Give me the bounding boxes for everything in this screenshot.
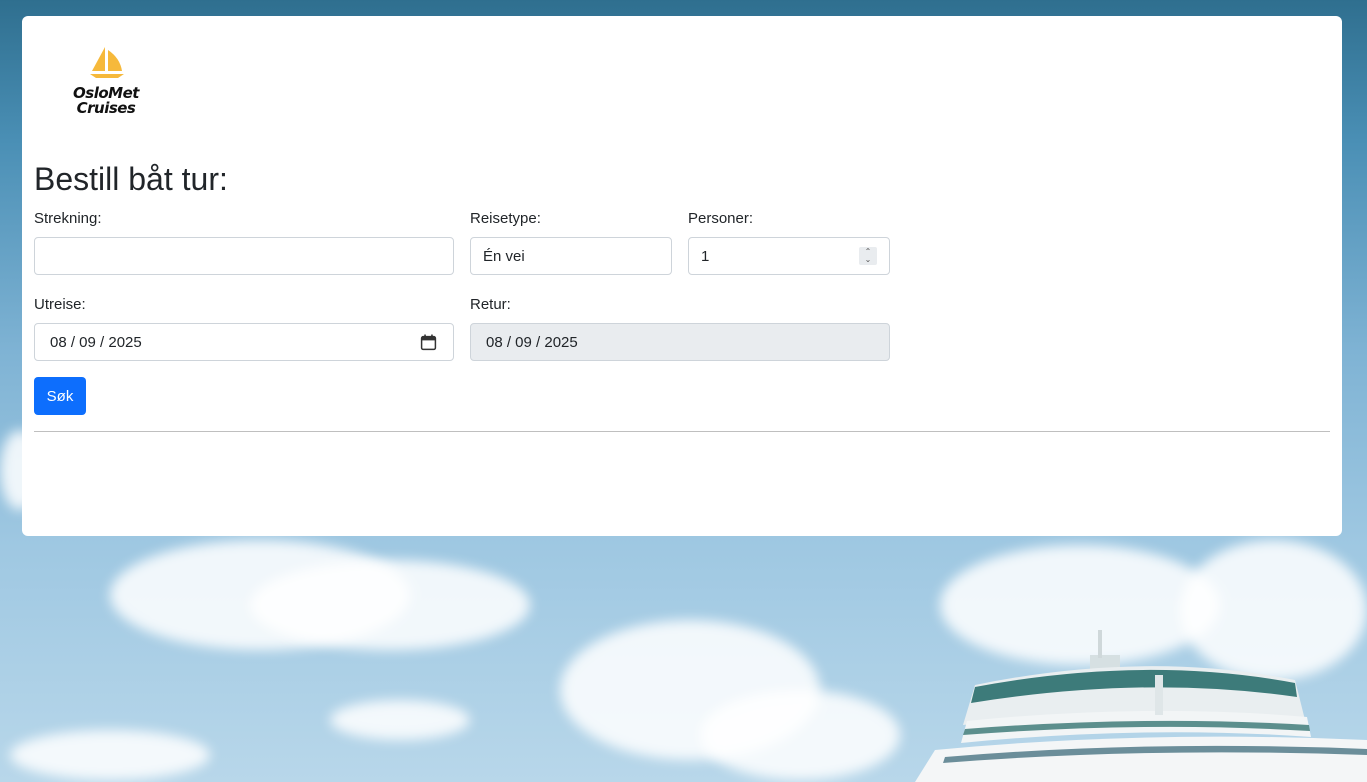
page-title: Bestill båt tur: (34, 161, 228, 197)
trip-type-select[interactable]: Én vei (470, 237, 672, 275)
return-label: Retur: (470, 296, 511, 313)
divider (34, 431, 1330, 432)
brand-name: OsloMet Cruises (70, 86, 142, 116)
persons-label: Personer: (688, 210, 754, 227)
departure-date-value: 08 / 09 / 2025 (50, 333, 142, 351)
cruise-ship-image (915, 630, 1367, 782)
brand-name-line2: Cruises (76, 99, 136, 117)
calendar-icon[interactable] (420, 334, 437, 351)
number-spinner-icon[interactable]: ⌃ ⌄ (859, 247, 877, 265)
sailboat-icon (90, 47, 124, 78)
booking-card: OsloMet Cruises Bestill båt tur: Strekni… (22, 16, 1342, 536)
search-button[interactable]: Søk (34, 377, 86, 415)
trip-type-label: Reisetype: (470, 210, 541, 227)
brand-logo: OsloMet Cruises (70, 44, 142, 119)
route-input[interactable] (34, 237, 454, 275)
persons-input[interactable]: 1 ⌃ ⌄ (688, 237, 890, 275)
departure-date-input[interactable]: 08 / 09 / 2025 (34, 323, 454, 361)
return-date-input: 08 / 09 / 2025 (470, 323, 890, 361)
trip-type-value: Én vei (483, 247, 525, 265)
persons-value: 1 (701, 247, 710, 265)
route-label: Strekning: (34, 210, 102, 227)
return-date-value: 08 / 09 / 2025 (486, 333, 578, 351)
departure-label: Utreise: (34, 296, 86, 313)
